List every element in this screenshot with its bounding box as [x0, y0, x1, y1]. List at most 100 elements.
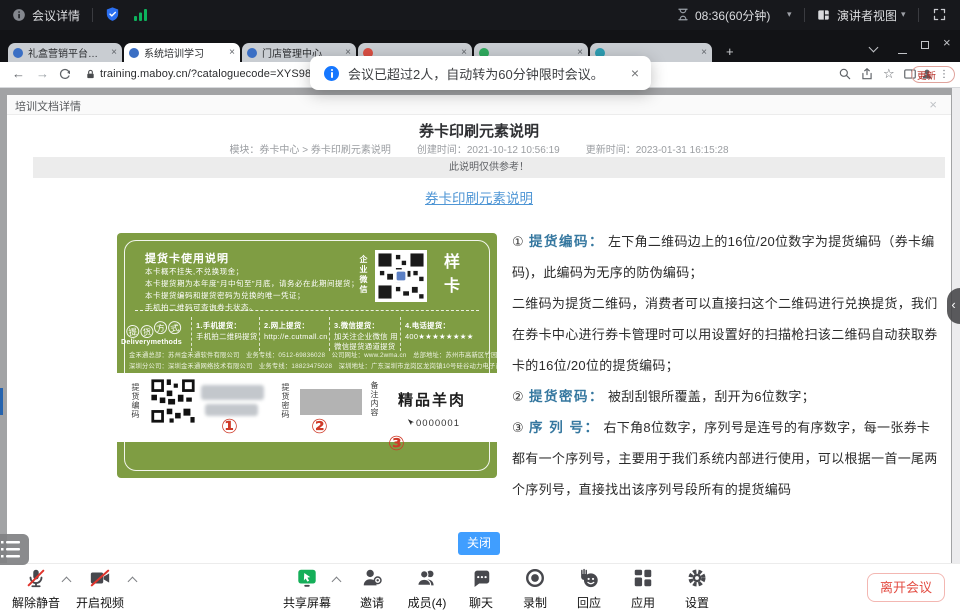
meeting-title: 会议详情	[32, 7, 80, 24]
record-icon	[524, 567, 546, 589]
gear-icon	[686, 567, 708, 589]
page-scrollbar[interactable]	[952, 88, 960, 563]
kebab-menu-icon[interactable]: ⋮	[939, 69, 949, 80]
meta-updated: 更新时间：2023-01-31 16:15:28	[586, 141, 729, 156]
card-dashed-divider	[135, 310, 479, 311]
meeting-top-bar: 会议详情 08:36(60分钟) ▾ 演讲者视图 ▾	[0, 0, 960, 30]
bookmark-star-icon[interactable]: ☆	[883, 66, 895, 82]
serial-number: 0000001	[416, 418, 460, 429]
members-icon	[416, 567, 438, 589]
marker-3: ③	[388, 431, 405, 456]
view-caret-icon[interactable]: ▾	[901, 9, 906, 20]
floating-notes-button[interactable]	[0, 534, 29, 565]
video-options-caret[interactable]	[129, 576, 137, 584]
browser-tab-2-active[interactable]: 系统培训学习 ×	[124, 43, 240, 62]
share-screen-button[interactable]: 共享屏幕	[277, 567, 337, 611]
chevron-left-icon: ‹	[951, 297, 955, 312]
security-shield-icon[interactable]	[104, 6, 121, 26]
meta-module: 模块：券卡中心 > 券卡印刷元素说明	[229, 141, 390, 156]
forward-icon[interactable]: →	[36, 66, 49, 81]
apps-button[interactable]: 应用	[613, 567, 673, 611]
meeting-bottom-toolbar: 解除静音 开启视频 共享屏幕 邀请 成员(4) 聊天 录制 回应 应用 设置 离…	[0, 563, 960, 610]
chat-icon	[470, 567, 492, 589]
card-usage-lines: 本卡概不挂失,不兑换现金； 本卡提货期为本年度“月中旬至”月底，请务必在此期间提…	[145, 266, 359, 314]
zoom-icon[interactable]	[838, 67, 852, 84]
panel-collapse-handle[interactable]: ‹	[947, 288, 960, 324]
window-minimize-icon[interactable]	[898, 45, 907, 57]
network-signal-icon[interactable]	[134, 8, 148, 24]
tab-close-icon[interactable]: ×	[701, 47, 707, 58]
article-item-3: ③序 列 号：右下角8位数字，序列号是连号的有序数字，每一张券卡都有一个序列号，…	[512, 412, 938, 505]
sample-card-image: 提货卡使用说明 本卡概不挂失,不兑换现金； 本卡提货期为本年度“月中旬至”月底，…	[117, 233, 497, 478]
marker-1: ①	[221, 414, 238, 439]
window-chevron-icon[interactable]	[870, 42, 877, 54]
card-fine-print-2: 深圳分公司：深圳金禾通网络技术有限公司 业务专线：18823475028 深圳地…	[129, 361, 487, 370]
card-wechat-label: 企业微信	[358, 255, 369, 305]
code-label: 提货编码	[131, 383, 140, 427]
article-item-1: ①提货编码：左下角二维码边上的16位/20位数字为提货编码（券卡编码)，此编码为…	[512, 226, 938, 288]
doc-article: ①提货编码：左下角二维码边上的16位/20位数字为提货编码（券卡编码)，此编码为…	[512, 226, 938, 505]
card-sample-label: 样卡	[437, 253, 461, 309]
toast-close-icon[interactable]: ×	[631, 65, 639, 81]
tab-close-icon[interactable]: ×	[111, 47, 117, 58]
tab-favicon	[247, 48, 257, 58]
record-button[interactable]: 录制	[505, 567, 565, 611]
article-item-1-cont: 二维码为提货二维码，消费者可以直接扫这个二维码进行兑换提货，我们在券卡中心进行券…	[512, 288, 938, 381]
reaction-emoji-icon	[578, 567, 600, 589]
training-doc-modal: 培训文档详情 × 券卡印刷元素说明 模块：券卡中心 > 券卡印刷元素说明 创建时…	[7, 95, 951, 563]
toast-text: 会议已超过2人，自动转为60分钟限时会议。	[348, 64, 631, 83]
meeting-info-icon[interactable]	[12, 8, 26, 25]
leave-meeting-button[interactable]: 离开会议	[867, 573, 945, 602]
reference-notice: 此说明仅供参考！	[33, 157, 945, 178]
shared-page-background: 培训文档详情 × 券卡印刷元素说明 模块：券卡中心 > 券卡印刷元素说明 创建时…	[0, 88, 960, 563]
layout-view-icon[interactable]	[816, 8, 831, 25]
card-code-strip: 提货编码 提货密码 备注内容 精品羊肉 0000001	[117, 373, 497, 442]
share-options-caret[interactable]	[333, 576, 341, 584]
share-icon[interactable]	[860, 67, 874, 84]
invite-button[interactable]: 邀请	[342, 567, 402, 611]
browser-update-button[interactable]: 更新 ⋮	[911, 66, 955, 83]
method-1: 1.手机提货：手机拍二维码提货	[196, 321, 258, 342]
new-tab-button[interactable]: +	[726, 44, 734, 59]
doc-title: 券卡印刷元素说明	[7, 120, 951, 141]
meeting-toast: 会议已超过2人，自动转为60分钟限时会议。 ×	[310, 56, 651, 90]
card-usage-title: 提货卡使用说明	[145, 250, 229, 266]
unmute-button[interactable]: 解除静音	[6, 567, 66, 611]
settings-button[interactable]: 设置	[667, 567, 727, 611]
info-icon	[324, 66, 339, 81]
method-3: 3.微信提货：加关注企业微信 用微信提货通道提货	[334, 321, 398, 353]
serial-number-row: 0000001	[406, 418, 460, 429]
timer-caret-icon[interactable]: ▾	[787, 9, 792, 20]
pickup-qr-code	[150, 378, 196, 424]
chat-button[interactable]: 聊天	[451, 567, 511, 611]
article-item-2: ②提货密码：被刮刮银所覆盖，刮开为6位数字；	[512, 381, 938, 412]
doc-link[interactable]: 券卡印刷元素说明	[7, 187, 951, 207]
tab-favicon	[13, 48, 23, 58]
window-close-icon[interactable]: ×	[943, 35, 951, 50]
divider	[92, 8, 93, 22]
start-video-button[interactable]: 开启视频	[70, 567, 130, 611]
share-screen-icon	[296, 567, 318, 589]
members-button[interactable]: 成员(4)	[397, 567, 457, 611]
tab-label: 礼盒营销平台管理中心	[28, 45, 107, 60]
scratch-area	[300, 389, 362, 415]
reactions-button[interactable]: 回应	[559, 567, 619, 611]
meta-created: 创建时间：2021-10-12 10:56:19	[417, 141, 560, 156]
card-fine-print-1: 金禾通总部：苏州金禾通软件有限公司 业务专线：0512-69836028 公司网…	[129, 350, 487, 359]
doc-meta: 模块：券卡中心 > 券卡印刷元素说明 创建时间：2021-10-12 10:56…	[7, 141, 951, 156]
view-mode-label[interactable]: 演讲者视图	[837, 7, 897, 24]
meeting-timer: 08:36(60分钟)	[695, 7, 770, 24]
method-2: 2.网上提货：http://e.cutmall.cn	[264, 321, 328, 342]
modal-close-icon[interactable]: ×	[929, 97, 937, 112]
browser-tab-1[interactable]: 礼盒营销平台管理中心 ×	[8, 43, 122, 62]
tab-close-icon[interactable]: ×	[229, 47, 235, 58]
cursor-icon	[406, 418, 415, 429]
back-icon[interactable]: ←	[12, 66, 25, 81]
modal-close-button[interactable]: 关闭	[458, 532, 500, 555]
lock-icon[interactable]	[85, 68, 96, 84]
window-maximize-icon[interactable]	[921, 40, 929, 52]
refresh-icon[interactable]	[58, 67, 72, 84]
fullscreen-icon[interactable]	[932, 7, 947, 25]
password-label: 提货密码	[281, 383, 290, 427]
marker-2: ②	[311, 414, 328, 439]
